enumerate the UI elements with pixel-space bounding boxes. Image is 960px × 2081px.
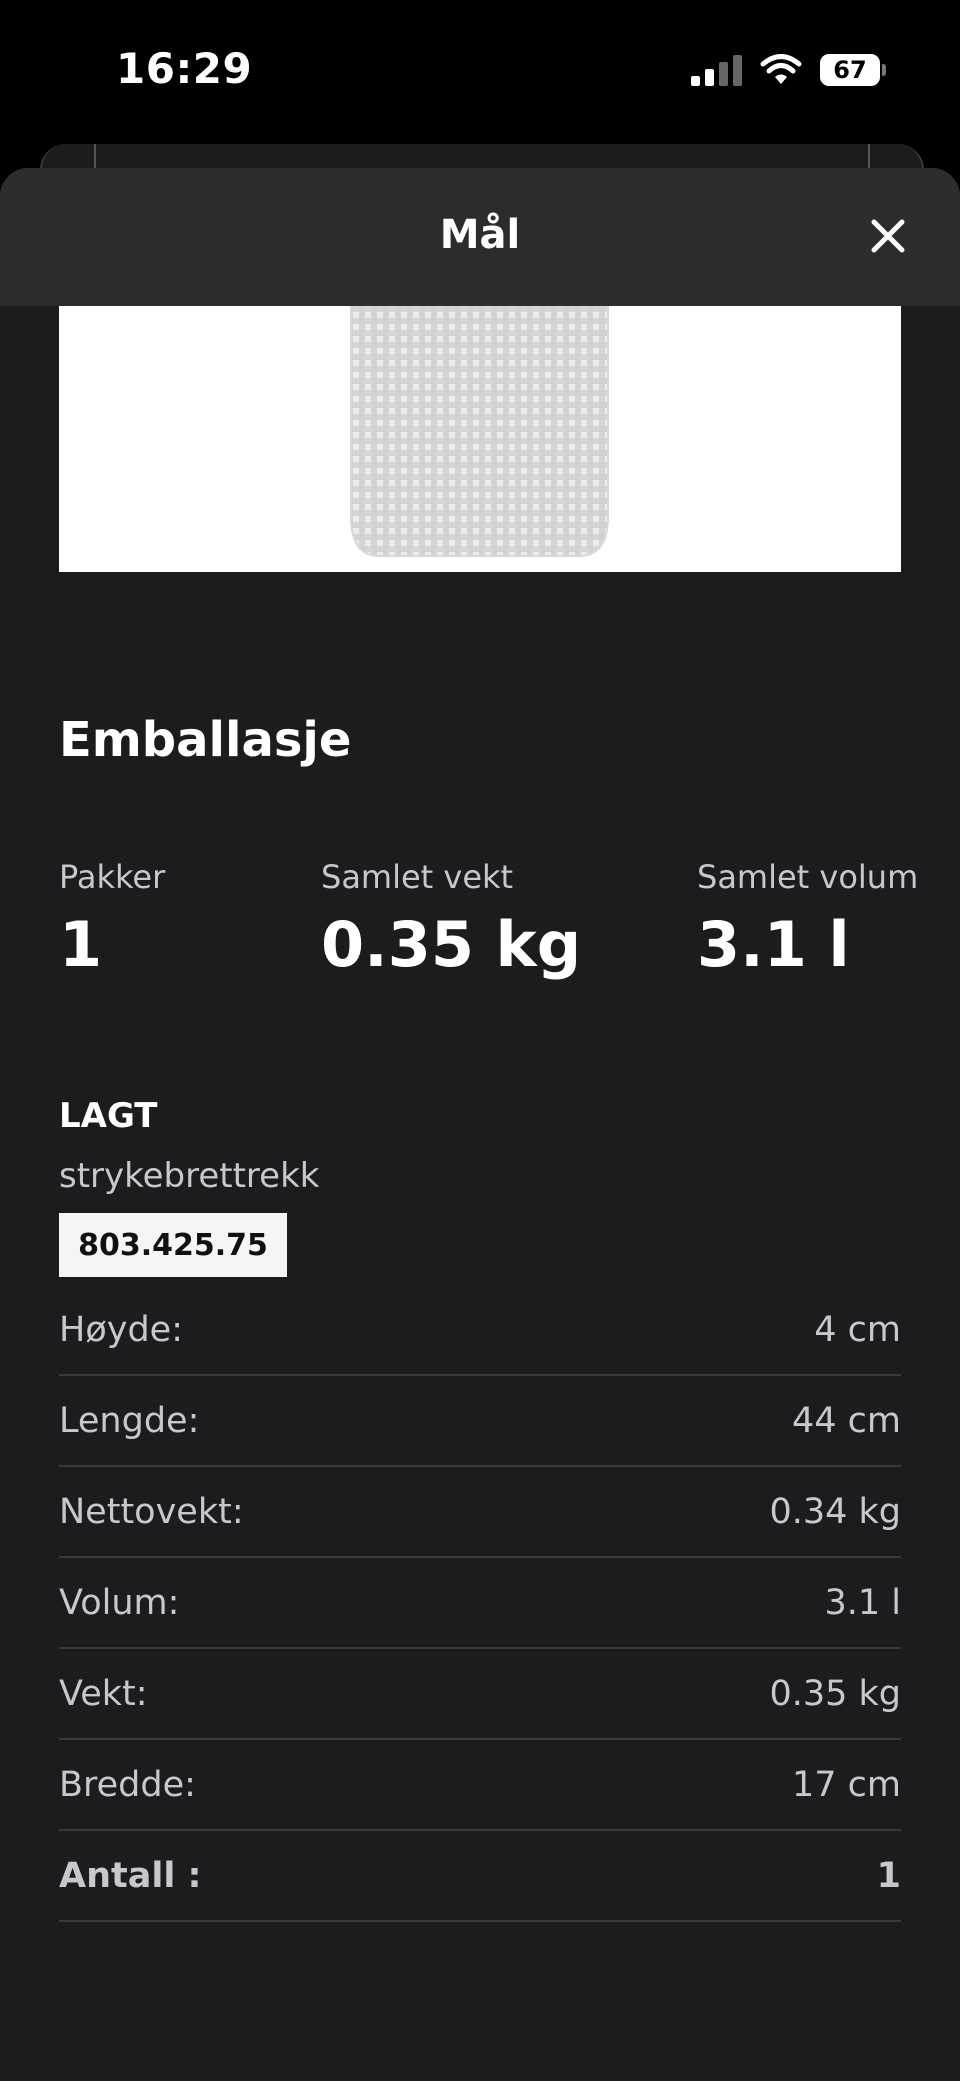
spec-label: Volum: [59, 1582, 180, 1623]
status-icons: 67 [691, 54, 886, 86]
cellular-signal-icon [691, 54, 742, 86]
article-number: 803.425.75 [59, 1213, 287, 1277]
spec-row-quantity: Antall : 1 [59, 1831, 901, 1922]
quantity-label: Antall : [59, 1855, 202, 1896]
spec-row-length: Lengde: 44 cm [59, 1376, 901, 1467]
status-bar: 16:29 67 [0, 0, 960, 140]
spec-value: 17 cm [792, 1764, 901, 1805]
spec-row-net-weight: Nettovekt: 0.34 kg [59, 1467, 901, 1558]
packaging-heading: Emballasje [59, 712, 352, 768]
stat-label: Samlet volum [697, 858, 919, 896]
spec-label: Høyde: [59, 1309, 183, 1350]
battery-icon: 67 [820, 54, 886, 86]
close-icon[interactable] [866, 214, 910, 258]
stat-value: 3.1 l [697, 908, 850, 981]
spec-list: Høyde: 4 cm Lengde: 44 cm Nettovekt: 0.3… [59, 1285, 901, 1922]
sheet-title: Mål [439, 212, 521, 258]
stat-value: 0.35 kg [321, 908, 582, 981]
product-image [59, 305, 901, 572]
spec-value: 4 cm [814, 1309, 901, 1350]
stat-label: Samlet vekt [321, 858, 514, 896]
dimensions-sheet: Mål Emballasje Pakker 1 Samlet vekt 0.35… [0, 168, 960, 2081]
spec-label: Bredde: [59, 1764, 196, 1805]
spec-value: 0.35 kg [769, 1673, 901, 1714]
spec-value: 3.1 l [824, 1582, 901, 1623]
quantity-value: 1 [876, 1855, 901, 1896]
spec-label: Nettovekt: [59, 1491, 244, 1532]
spec-row-width: Bredde: 17 cm [59, 1740, 901, 1831]
spec-value: 44 cm [792, 1400, 901, 1441]
spec-label: Vekt: [59, 1673, 148, 1714]
spec-row-weight: Vekt: 0.35 kg [59, 1649, 901, 1740]
stat-value: 1 [59, 908, 103, 981]
wifi-icon [760, 54, 802, 84]
spec-row-height: Høyde: 4 cm [59, 1285, 901, 1376]
ironing-board-cover-image [350, 305, 609, 557]
spec-value: 0.34 kg [769, 1491, 901, 1532]
spec-label: Lengde: [59, 1400, 200, 1441]
spec-row-volume: Volum: 3.1 l [59, 1558, 901, 1649]
stat-packages: Pakker 1 [59, 858, 165, 981]
sheet-header: Mål [0, 168, 960, 306]
stat-total-volume: Samlet volum 3.1 l [697, 858, 918, 981]
product-name: LAGT [59, 1096, 158, 1136]
product-description: strykebrettrekk [59, 1156, 320, 1196]
stat-total-weight: Samlet vekt 0.35 kg [321, 858, 581, 981]
stat-label: Pakker [59, 858, 166, 896]
status-time: 16:29 [116, 44, 253, 93]
